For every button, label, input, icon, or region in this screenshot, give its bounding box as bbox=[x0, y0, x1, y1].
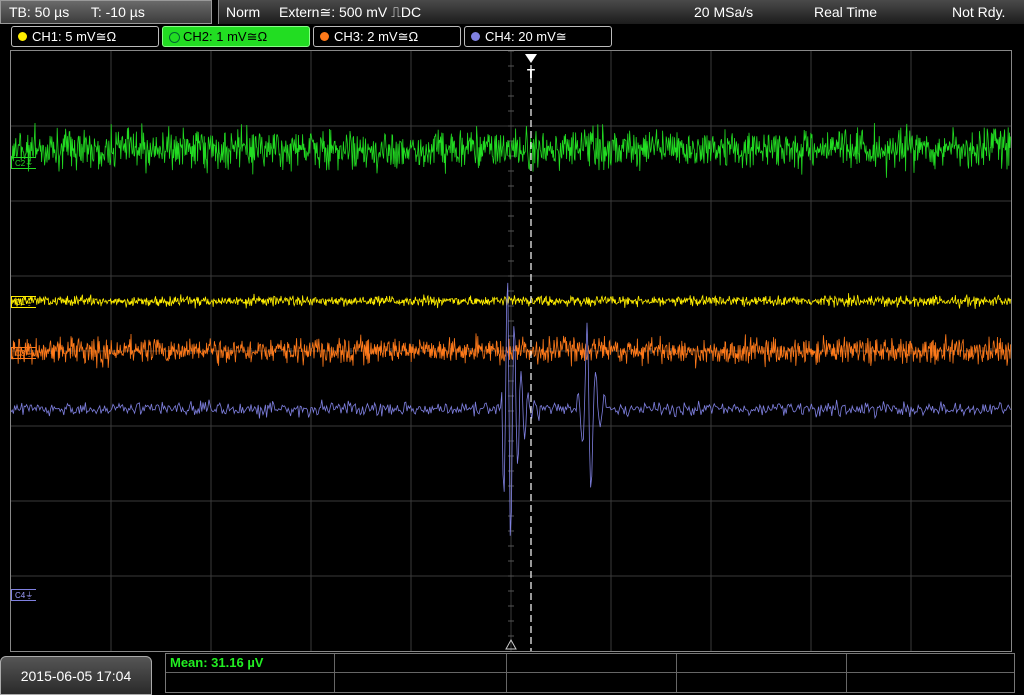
date-time: 2015-06-05 17:04 bbox=[0, 656, 152, 695]
channel-2-ground-marker[interactable]: C2⏚ bbox=[11, 157, 37, 169]
channel-4-ground-marker[interactable]: C4⏚ bbox=[11, 589, 37, 601]
trigger-arrow-icon[interactable] bbox=[525, 54, 537, 63]
trigger-mode: Norm bbox=[226, 4, 261, 20]
measurement-cell bbox=[506, 654, 507, 692]
channel-3-ground-marker[interactable]: C3⏚ bbox=[11, 347, 37, 359]
channel-tabs: CH1: 5 mV≅Ω CH2: 1 mV≅Ω CH3: 2 mV≅Ω CH4:… bbox=[0, 26, 1024, 48]
channel-2-tab[interactable]: CH2: 1 mV≅Ω bbox=[162, 26, 310, 47]
channel-3-label: CH3: 2 mV≅Ω bbox=[334, 29, 419, 44]
channel-2-label: CH2: 1 mV≅Ω bbox=[183, 29, 268, 44]
status-bar: TB: 50 µs T: -10 µs Norm Extern≅: 500 mV… bbox=[0, 0, 1024, 24]
channel-1-label: CH1: 5 mV≅Ω bbox=[32, 29, 117, 44]
channel-1-dot-icon bbox=[18, 32, 27, 41]
channel-1-ground-marker[interactable]: C1⏚ bbox=[11, 296, 37, 308]
channel-4-label: CH4: 20 mV≅ bbox=[485, 29, 567, 44]
measurement-cell bbox=[846, 654, 847, 692]
acquisition-mode: Real Time bbox=[814, 4, 878, 20]
channel-3-tab[interactable]: CH3: 2 mV≅Ω bbox=[313, 26, 461, 47]
trigger-time-value: T: -10 µs bbox=[90, 4, 145, 20]
timebase-value: TB: 50 µs bbox=[9, 4, 70, 20]
timebase-box[interactable]: TB: 50 µs T: -10 µs bbox=[0, 0, 212, 24]
measurement-divider bbox=[166, 672, 1014, 673]
waveform-display[interactable]: T C2⏚ C1⏚ C3⏚ C4⏚ bbox=[10, 50, 1012, 652]
channel-3-dot-icon bbox=[320, 32, 329, 41]
channel-1-tab[interactable]: CH1: 5 mV≅Ω bbox=[11, 26, 159, 47]
measurement-panel[interactable]: Mean: 31.16 µV bbox=[165, 653, 1015, 693]
channel-2-dot-icon bbox=[169, 32, 180, 43]
trigger-marker-label: T bbox=[527, 66, 535, 81]
waveform-plot: T bbox=[11, 51, 1011, 651]
mean-measurement: Mean: 31.16 µV bbox=[170, 655, 264, 670]
trigger-source: Extern≅: 500 mV ⎍DC bbox=[279, 4, 422, 20]
measurement-cell bbox=[334, 654, 335, 692]
measurement-cell bbox=[676, 654, 677, 692]
channel-4-dot-icon bbox=[471, 32, 480, 41]
channel-4-tab[interactable]: CH4: 20 mV≅ bbox=[464, 26, 612, 47]
sample-rate: 20 MSa/s bbox=[694, 4, 754, 20]
run-status: Not Rdy. bbox=[952, 4, 1006, 20]
